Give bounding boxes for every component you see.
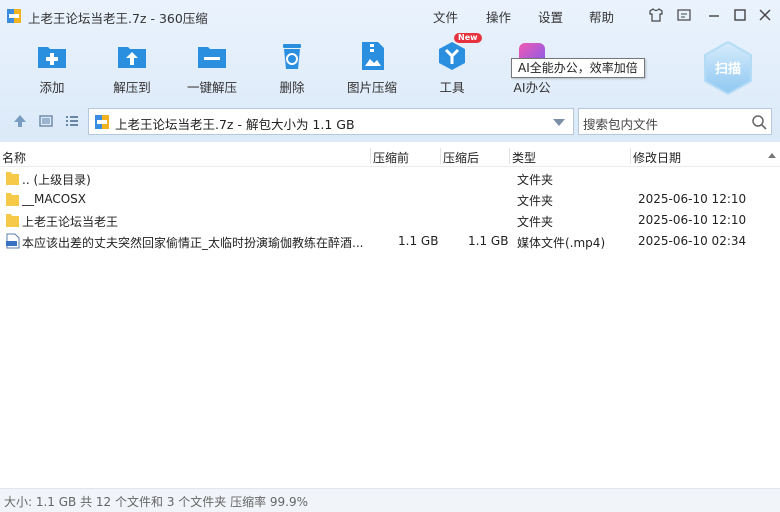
column-compressed-before[interactable]: 压缩前 bbox=[373, 149, 409, 166]
app-logo-icon bbox=[7, 9, 21, 23]
minimize-icon[interactable] bbox=[705, 6, 723, 24]
folder-icon bbox=[6, 172, 19, 185]
file-name: 上老王论坛当老王 bbox=[22, 215, 119, 229]
file-name: __MACOSX bbox=[22, 192, 87, 206]
column-modified[interactable]: 修改日期 bbox=[633, 149, 681, 166]
column-type[interactable]: 类型 bbox=[512, 149, 536, 166]
feedback-icon[interactable] bbox=[675, 6, 693, 24]
file-row-macosx[interactable]: __MACOSX 文件夹 2025-06-10 12:10 bbox=[0, 189, 780, 210]
add-folder-icon bbox=[38, 47, 66, 68]
file-type: 文件夹 bbox=[517, 173, 554, 187]
tools-icon bbox=[439, 42, 465, 70]
column-divider[interactable] bbox=[630, 148, 631, 164]
file-row-parent[interactable]: .. (上级目录) 文件夹 bbox=[0, 168, 780, 189]
one-click-extract-button[interactable]: 一键解压 bbox=[175, 38, 249, 96]
title-bar: 上老王论坛当老王.7z - 360压缩 文件 操作 设置 帮助 bbox=[0, 0, 780, 32]
extract-to-button[interactable]: 解压到 bbox=[95, 38, 169, 96]
new-badge: New bbox=[454, 33, 482, 43]
image-compress-button[interactable]: 图片压缩 bbox=[335, 38, 409, 96]
extract-folder-icon bbox=[118, 47, 146, 68]
chevron-down-icon[interactable] bbox=[553, 119, 565, 126]
column-header: 名称 压缩前 压缩后 类型 修改日期 bbox=[0, 145, 780, 167]
tools-label: 工具 bbox=[439, 80, 465, 95]
one-click-extract-icon bbox=[198, 47, 226, 68]
delete-label: 删除 bbox=[279, 80, 305, 95]
file-modified: 2025-06-10 02:34 bbox=[638, 234, 747, 248]
delete-button[interactable]: 删除 bbox=[255, 38, 329, 96]
list-view-icon[interactable] bbox=[64, 113, 80, 129]
menu-operate[interactable]: 操作 bbox=[486, 7, 511, 26]
search-icon[interactable] bbox=[751, 114, 767, 130]
top-panel: 上老王论坛当老王.7z - 360压缩 文件 操作 设置 帮助 添加 解压到 一… bbox=[0, 0, 780, 142]
scan-label: 扫描 bbox=[714, 62, 741, 77]
status-bar: 大小: 1.1 GB 共 12 个文件和 3 个文件夹 压缩率 99.9% bbox=[0, 488, 780, 512]
thumbnail-view-icon[interactable] bbox=[38, 113, 54, 129]
column-divider[interactable] bbox=[440, 148, 441, 164]
recycle-bin-icon bbox=[283, 44, 301, 69]
column-divider[interactable] bbox=[509, 148, 510, 164]
menu-file[interactable]: 文件 bbox=[433, 7, 458, 26]
file-type: 媒体文件(.mp4) bbox=[517, 236, 606, 250]
tools-button[interactable]: 工具 bbox=[415, 38, 489, 96]
path-text: 上老王论坛当老王.7z - 解包大小为 1.1 GB bbox=[115, 117, 355, 132]
one-click-extract-label: 一键解压 bbox=[186, 80, 237, 95]
add-button[interactable]: 添加 bbox=[15, 38, 89, 96]
path-bar[interactable]: 上老王论坛当老王.7z - 解包大小为 1.1 GB bbox=[88, 108, 574, 135]
mp4-file-icon bbox=[6, 233, 20, 249]
file-row-video[interactable]: 本应该出差的丈夫突然回家偷情正_太临时扮演瑜伽教练在醉酒... 1.1 GB 1… bbox=[0, 231, 780, 252]
column-name[interactable]: 名称 bbox=[2, 149, 26, 166]
file-name: 本应该出差的丈夫突然回家偷情正_太临时扮演瑜伽教练在醉酒... bbox=[22, 236, 364, 250]
menu-help[interactable]: 帮助 bbox=[589, 7, 614, 26]
window-title: 上老王论坛当老王.7z - 360压缩 bbox=[28, 11, 208, 26]
image-compress-icon bbox=[362, 42, 384, 70]
file-type: 文件夹 bbox=[517, 215, 554, 229]
file-modified: 2025-06-10 12:10 bbox=[638, 192, 747, 206]
maximize-icon[interactable] bbox=[731, 6, 749, 24]
file-size-before: 1.1 GB bbox=[398, 234, 439, 248]
folder-icon bbox=[6, 193, 19, 206]
file-name: .. (上级目录) bbox=[22, 173, 91, 187]
archive-icon bbox=[95, 115, 109, 129]
close-icon[interactable] bbox=[756, 6, 774, 24]
status-text: 大小: 1.1 GB 共 12 个文件和 3 个文件夹 压缩率 99.9% bbox=[4, 495, 309, 509]
up-arrow-icon[interactable] bbox=[12, 113, 28, 129]
add-label: 添加 bbox=[39, 80, 65, 95]
column-compressed-after[interactable]: 压缩后 bbox=[443, 149, 479, 166]
file-modified: 2025-06-10 12:10 bbox=[638, 213, 747, 227]
file-type: 文件夹 bbox=[517, 194, 554, 208]
search-placeholder: 搜索包内文件 bbox=[583, 117, 659, 132]
skin-icon[interactable] bbox=[647, 6, 665, 24]
file-size-after: 1.1 GB bbox=[468, 234, 509, 248]
scroll-up-icon[interactable] bbox=[768, 153, 776, 158]
ai-office-label: AI办公 bbox=[513, 80, 551, 95]
ai-office-tooltip: AI全能办公，效率加倍 bbox=[511, 58, 645, 78]
menu-settings[interactable]: 设置 bbox=[538, 7, 563, 26]
image-compress-label: 图片压缩 bbox=[346, 80, 397, 95]
column-divider[interactable] bbox=[370, 148, 371, 164]
folder-icon bbox=[6, 214, 19, 227]
file-row-folder[interactable]: 上老王论坛当老王 文件夹 2025-06-10 12:10 bbox=[0, 210, 780, 231]
extract-to-label: 解压到 bbox=[113, 80, 151, 95]
search-input[interactable]: 搜索包内文件 bbox=[578, 108, 772, 135]
